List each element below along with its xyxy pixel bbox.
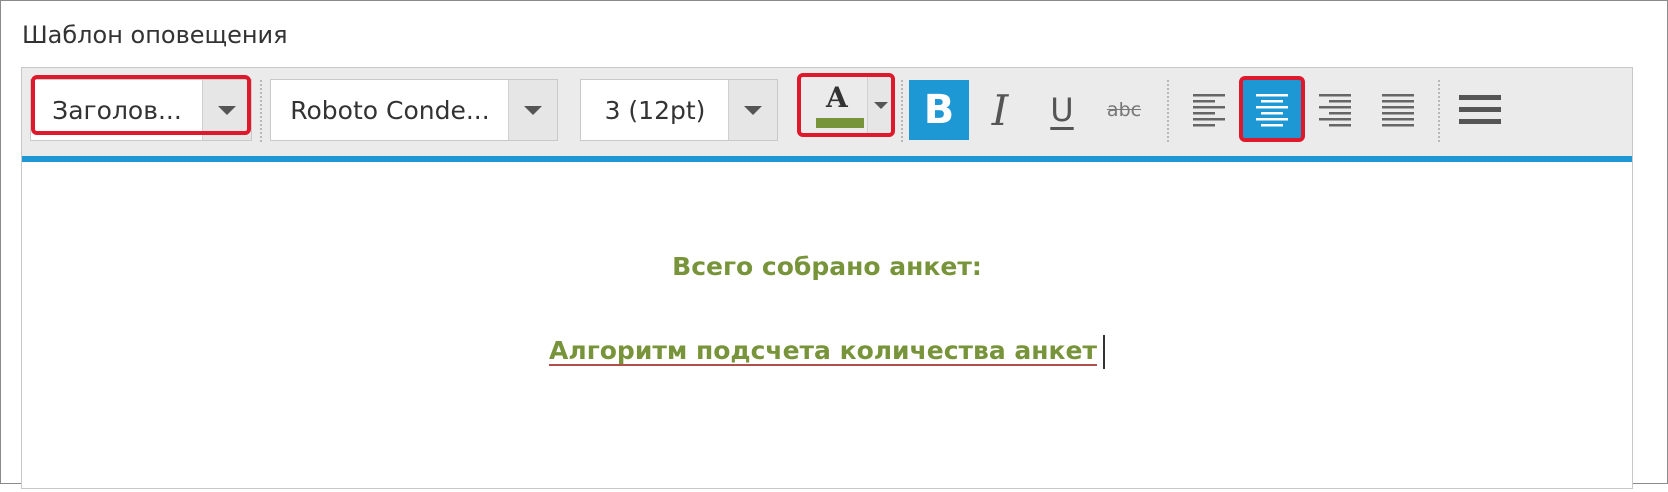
algorithm-link[interactable]: Алгоритм подсчета количества анкет — [549, 336, 1097, 365]
font-size-select[interactable]: 3 (12pt) — [580, 79, 778, 141]
align-right-button[interactable] — [1305, 80, 1365, 140]
align-justify-icon — [1382, 94, 1414, 127]
italic-icon: I — [991, 85, 1009, 135]
notification-template-panel: Шаблон оповещения Заголов... Roboto Cond… — [0, 0, 1668, 489]
align-right-icon — [1319, 94, 1351, 127]
chevron-down-icon — [744, 105, 762, 115]
strikethrough-button[interactable]: abc — [1094, 80, 1154, 140]
toolbar-separator — [1438, 80, 1440, 142]
underline-icon: U — [1050, 91, 1074, 129]
bold-icon: B — [923, 87, 955, 133]
font-size-value: 3 (12pt) — [604, 95, 706, 125]
editor-content[interactable]: Всего собрано анкет: Алгоритм подсчета к… — [22, 162, 1632, 492]
highlight-format-select — [31, 75, 251, 135]
highlight-font-color — [797, 73, 895, 137]
font-size-arrow[interactable] — [728, 80, 777, 140]
toolbar-separator — [901, 80, 903, 142]
toolbar-separator — [260, 80, 262, 142]
content-link-line: Алгоритм подсчета количества анкет — [22, 335, 1632, 369]
underline-button[interactable]: U — [1032, 80, 1092, 140]
align-justify-button[interactable] — [1368, 80, 1428, 140]
chevron-down-icon — [524, 105, 542, 115]
rich-text-editor: Заголов... Roboto Conde... 3 (12pt) A B … — [21, 67, 1633, 489]
bold-button[interactable]: B — [909, 80, 969, 140]
align-left-icon — [1193, 94, 1225, 127]
align-left-button[interactable] — [1179, 80, 1239, 140]
hamburger-menu-icon — [1459, 95, 1501, 124]
strikethrough-icon: abc — [1106, 99, 1142, 121]
toolbar-separator — [1167, 80, 1169, 142]
panel-title: Шаблон оповещения — [22, 21, 288, 49]
editor-toolbar: Заголов... Roboto Conde... 3 (12pt) A B … — [22, 68, 1632, 162]
font-family-arrow[interactable] — [508, 80, 557, 140]
italic-button[interactable]: I — [970, 80, 1030, 140]
text-cursor — [1102, 335, 1105, 369]
highlight-align-center — [1239, 76, 1305, 142]
font-family-value: Roboto Conde... — [290, 95, 490, 125]
content-heading: Всего собрано анкет: — [672, 252, 982, 281]
more-options-button[interactable] — [1446, 80, 1514, 140]
font-family-select[interactable]: Roboto Conde... — [270, 79, 558, 141]
